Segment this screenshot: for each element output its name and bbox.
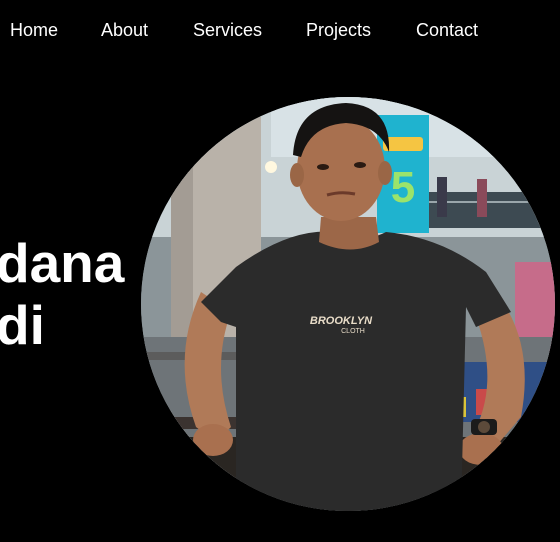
nav-projects-link[interactable]: Projects xyxy=(306,18,371,42)
hero-name-line2: di xyxy=(0,294,45,356)
top-nav: Home About Services Projects Contact xyxy=(0,18,560,42)
profile-photo-illustration: 5 BROOKLYN CLOTH xyxy=(141,97,555,511)
banner-number: 5 xyxy=(391,163,415,212)
shirt-print-line1: BROOKLYN xyxy=(310,315,373,327)
nav-services-link[interactable]: Services xyxy=(193,18,262,42)
hero-name-line1: dana xyxy=(0,232,125,294)
nav-contact-link[interactable]: Contact xyxy=(416,18,478,42)
nav-about-link[interactable]: About xyxy=(101,18,148,42)
nav-home-link[interactable]: Home xyxy=(10,18,58,42)
profile-photo: 5 BROOKLYN CLOTH xyxy=(141,97,555,511)
shirt-print-line2: CLOTH xyxy=(341,328,365,335)
portfolio-page: Home About Services Projects Contact dan… xyxy=(0,0,560,542)
hero-name-heading: dana di xyxy=(0,232,124,356)
